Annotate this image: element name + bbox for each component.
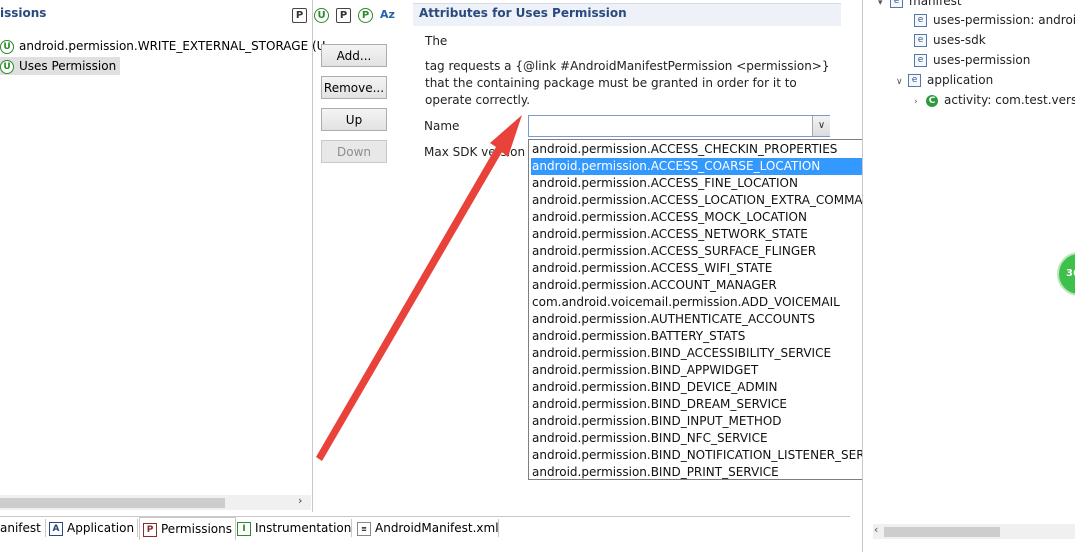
element-icon: e bbox=[914, 34, 927, 47]
tab-label: AndroidManifest.xml bbox=[375, 521, 499, 535]
add-button[interactable]: Add... bbox=[321, 44, 387, 67]
dropdown-option[interactable]: android.permission.ACCESS_MOCK_LOCATION bbox=[531, 209, 905, 226]
scroll-left-icon[interactable]: ‹ bbox=[874, 523, 878, 536]
permissions-icon: P bbox=[143, 522, 157, 537]
dropdown-option[interactable]: android.permission.BIND_NOTIFICATION_LIS… bbox=[531, 447, 905, 464]
tree-item-uses-permission[interactable]: U Uses Permission bbox=[0, 57, 121, 75]
uses-permission-icon: U bbox=[0, 59, 14, 74]
xml-file-icon: ≡ bbox=[357, 521, 371, 536]
up-button[interactable]: Up bbox=[321, 108, 387, 131]
down-button[interactable]: Down bbox=[321, 140, 387, 163]
outline-item-application[interactable]: ∨ e application bbox=[896, 71, 993, 89]
tab-label: Instrumentation bbox=[255, 521, 352, 535]
outline-item-label: uses-permission bbox=[933, 53, 1031, 67]
dropdown-option[interactable]: android.permission.ACCESS_LOCATION_EXTRA… bbox=[531, 192, 905, 209]
dropdown-option[interactable]: android.permission.ACCESS_WIFI_STATE bbox=[531, 260, 905, 277]
uses-permission-icon: U bbox=[0, 39, 14, 54]
max-sdk-version-label: Max SDK version bbox=[424, 145, 526, 159]
outline-item-uses-sdk[interactable]: e uses-sdk bbox=[914, 31, 986, 49]
permissions-panel-title: issions bbox=[0, 6, 47, 20]
tab-separator bbox=[45, 519, 46, 537]
instrumentation-icon: I bbox=[237, 521, 251, 536]
outline-item-label: manifest bbox=[909, 0, 962, 8]
show-permission-tree-icon[interactable]: P bbox=[336, 8, 351, 23]
chevron-down-icon[interactable]: ▾ bbox=[878, 0, 890, 12]
chevron-down-icon[interactable]: ∨ bbox=[896, 73, 908, 91]
dropdown-option[interactable]: android.permission.ACCESS_COARSE_LOCATIO… bbox=[531, 158, 905, 175]
attributes-intro: The bbox=[425, 34, 448, 48]
tree-item-label: Uses Permission bbox=[19, 59, 117, 73]
permissions-tree: Uandroid.permission.WRITE_EXTERNAL_STORA… bbox=[0, 36, 325, 496]
chevron-right-icon[interactable]: › bbox=[914, 93, 926, 111]
remove-button[interactable]: Remove... bbox=[321, 76, 387, 99]
dropdown-option[interactable]: android.permission.BIND_NFC_SERVICE bbox=[531, 430, 905, 447]
tree-item-label: android.permission.WRITE_EXTERNAL_STORAG… bbox=[19, 39, 326, 53]
application-icon: A bbox=[49, 521, 63, 536]
tab-label: Permissions bbox=[161, 522, 232, 536]
dropdown-option[interactable]: android.permission.BIND_PRINT_SERVICE bbox=[531, 464, 905, 479]
outline-item-manifest[interactable]: ▾ e manifest bbox=[878, 0, 962, 10]
outline-item-label: application bbox=[927, 73, 994, 87]
element-icon: e bbox=[908, 74, 921, 87]
dropdown-option[interactable]: android.permission.ACCOUNT_MANAGER bbox=[531, 277, 905, 294]
dropdown-option[interactable]: android.permission.AUTHENTICATE_ACCOUNTS bbox=[531, 311, 905, 328]
show-permissions-icon[interactable]: P bbox=[292, 8, 307, 23]
tab-androidmanifest-xml[interactable]: ≡ AndroidManifest.xml bbox=[357, 517, 499, 539]
outline-scrollbar-thumb[interactable] bbox=[884, 527, 1000, 537]
activity-class-icon: C bbox=[926, 94, 938, 107]
tree-item-write-external-storage[interactable]: Uandroid.permission.WRITE_EXTERNAL_STORA… bbox=[0, 37, 325, 55]
outline-item-label: uses-sdk bbox=[933, 33, 986, 47]
scroll-right-icon[interactable]: › bbox=[298, 494, 302, 507]
outline-item-activity[interactable]: › Cactivity: com.test.vers bbox=[914, 91, 1075, 109]
show-permission-group-icon[interactable]: P bbox=[358, 8, 373, 23]
chevron-down-icon[interactable]: ∨ bbox=[812, 116, 830, 136]
element-icon: e bbox=[890, 0, 903, 8]
sort-alphabetical-icon[interactable]: Az bbox=[380, 8, 395, 21]
element-icon: e bbox=[914, 54, 927, 67]
tree-scrollbar-thumb[interactable] bbox=[0, 498, 225, 508]
tab-permissions[interactable]: P Permissions bbox=[139, 517, 236, 540]
attributes-title: Attributes for Uses Permission bbox=[419, 6, 627, 20]
tab-separator bbox=[351, 519, 352, 537]
name-combobox[interactable] bbox=[528, 115, 830, 137]
tab-separator bbox=[498, 519, 499, 537]
dropdown-option[interactable]: android.permission.ACCESS_FINE_LOCATION bbox=[531, 175, 905, 192]
outline-item-label: activity: com.test.vers bbox=[944, 93, 1075, 107]
outline-item-label: uses-permission: android bbox=[933, 13, 1075, 27]
dropdown-option[interactable]: android.permission.BIND_INPUT_METHOD bbox=[531, 413, 905, 430]
element-icon: e bbox=[914, 14, 927, 27]
show-uses-permission-icon[interactable]: U bbox=[314, 8, 329, 23]
tab-manifest[interactable]: anifest bbox=[0, 517, 41, 539]
tab-instrumentation[interactable]: I Instrumentation bbox=[237, 517, 351, 539]
dropdown-option[interactable]: android.permission.BIND_DREAM_SERVICE bbox=[531, 396, 905, 413]
dropdown-option[interactable]: android.permission.BATTERY_STATS bbox=[531, 328, 905, 345]
dropdown-option[interactable]: android.permission.ACCESS_CHECKIN_PROPER… bbox=[531, 141, 905, 158]
dropdown-option[interactable]: android.permission.ACCESS_NETWORK_STATE bbox=[531, 226, 905, 243]
outline-item-uses-permission-android[interactable]: e uses-permission: android bbox=[914, 11, 1075, 29]
dropdown-option[interactable]: android.permission.ACCESS_SURFACE_FLINGE… bbox=[531, 243, 905, 260]
dropdown-option[interactable]: android.permission.BIND_DEVICE_ADMIN bbox=[531, 379, 905, 396]
dropdown-option[interactable]: android.permission.BIND_ACCESSIBILITY_SE… bbox=[531, 345, 905, 362]
name-label: Name bbox=[424, 119, 460, 133]
dropdown-option[interactable]: android.permission.BIND_APPWIDGET bbox=[531, 362, 905, 379]
dropdown-option[interactable]: com.android.voicemail.permission.ADD_VOI… bbox=[531, 294, 905, 311]
attributes-description: tag requests a {@link #AndroidManifestPe… bbox=[425, 59, 830, 107]
tab-application[interactable]: A Application bbox=[49, 517, 134, 539]
tab-label: anifest bbox=[0, 521, 41, 535]
tab-label: Application bbox=[67, 521, 135, 535]
outline-item-uses-permission[interactable]: e uses-permission bbox=[914, 51, 1030, 69]
tab-separator bbox=[137, 519, 138, 537]
